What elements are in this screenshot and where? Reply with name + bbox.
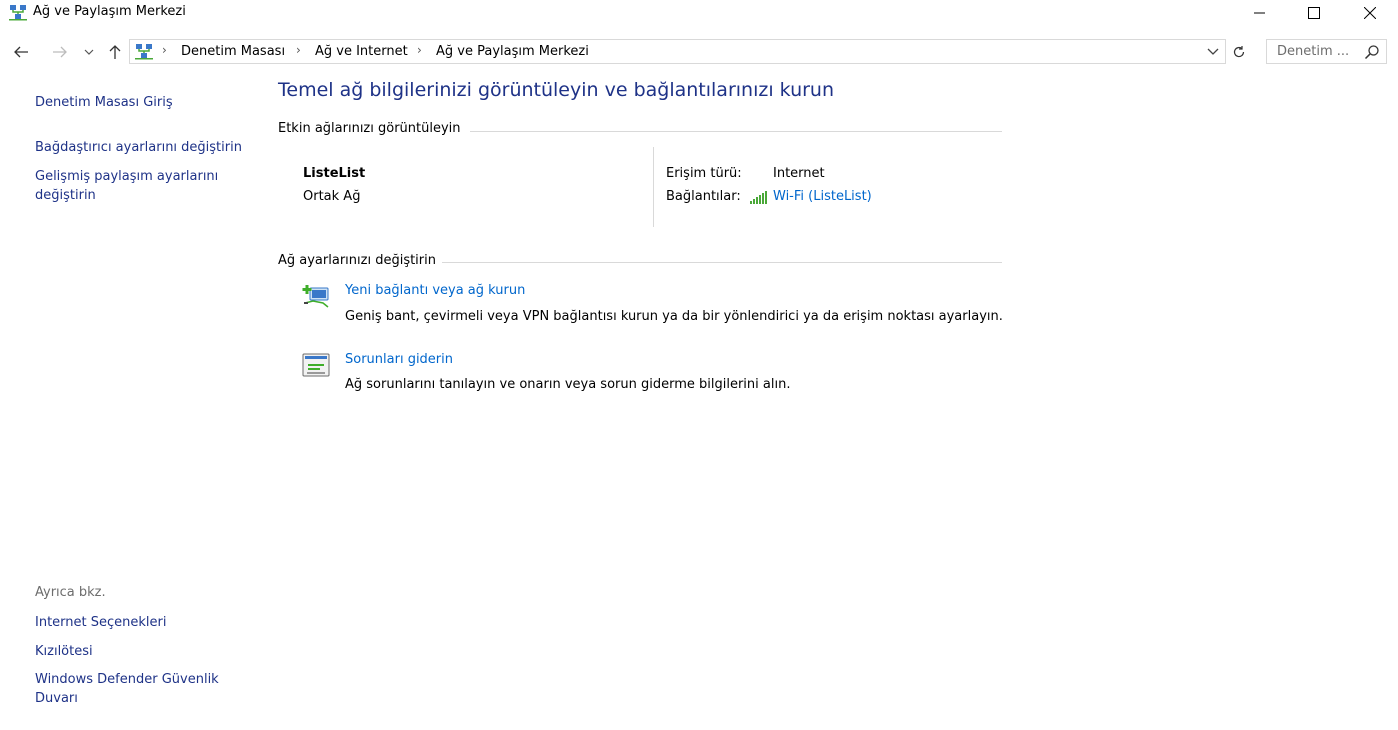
refresh-button[interactable] [1228, 41, 1250, 63]
access-type-label: Erişim türü: [666, 166, 742, 181]
access-type-value: Internet [773, 166, 825, 181]
sidebar-link-advanced-sharing[interactable]: Gelişmiş paylaşım ayarlarını değiştirin [35, 167, 240, 205]
sidebar-link-adapter-settings[interactable]: Bağdaştırıcı ayarlarını değiştirin [35, 138, 242, 157]
back-button[interactable] [10, 41, 32, 63]
chevron-down-icon [84, 49, 94, 55]
sidebar-link-control-panel-home[interactable]: Denetim Masası Giriş [35, 93, 173, 112]
change-settings-heading: Ağ ayarlarınızı değiştirin [278, 253, 436, 268]
address-bar[interactable]: › Denetim Masası › Ağ ve Internet › Ağ v… [129, 39, 1226, 64]
forward-button[interactable] [49, 41, 71, 63]
breadcrumb-separator-icon: › [162, 43, 167, 57]
see-also-internet-options[interactable]: Internet Seçenekleri [35, 613, 166, 632]
breadcrumb-network-sharing-center[interactable]: Ağ ve Paylaşım Merkezi [436, 44, 589, 59]
breadcrumb-separator-icon: › [417, 43, 422, 57]
refresh-icon [1233, 46, 1245, 58]
close-icon [1364, 7, 1376, 19]
troubleshoot-icon [302, 353, 330, 377]
up-button[interactable] [104, 41, 126, 63]
chevron-down-icon [1207, 48, 1219, 55]
see-also-infrared[interactable]: Kızılötesi [35, 642, 93, 661]
network-details-divider [653, 147, 654, 227]
breadcrumb-network-internet[interactable]: Ağ ve Internet [315, 44, 408, 59]
wifi-connection-link[interactable]: Wi-Fi (ListeList) [773, 189, 872, 204]
maximize-button[interactable] [1291, 0, 1337, 26]
see-also-firewall[interactable]: Windows Defender Güvenlik Duvarı [35, 670, 240, 708]
search-box [1266, 39, 1387, 64]
network-name: ListeList [303, 166, 366, 181]
title-bar [0, 0, 1398, 26]
network-center-icon [9, 5, 27, 21]
breadcrumb-control-panel[interactable]: Denetim Masası [181, 44, 285, 59]
see-also-heading: Ayrıca bkz. [35, 585, 106, 600]
active-networks-heading: Etkin ağlarınızı görüntüleyin [278, 121, 461, 136]
section-divider [442, 262, 1002, 263]
search-input[interactable] [1267, 40, 1367, 63]
arrow-up-icon [109, 45, 121, 59]
search-icon[interactable] [1364, 44, 1380, 60]
new-connection-link[interactable]: Yeni bağlantı veya ağ kurun [345, 283, 525, 298]
section-divider [470, 131, 1002, 132]
breadcrumb-separator-icon: › [296, 43, 301, 57]
network-type: Ortak Ağ [303, 189, 361, 204]
troubleshoot-link[interactable]: Sorunları giderin [345, 352, 453, 367]
close-button[interactable] [1347, 0, 1393, 26]
new-connection-description: Geniş bant, çevirmeli veya VPN bağlantıs… [345, 309, 1003, 324]
wifi-signal-icon [750, 191, 767, 204]
minimize-button[interactable] [1237, 0, 1283, 26]
maximize-icon [1308, 7, 1320, 19]
window-title: Ağ ve Paylaşım Merkezi [33, 4, 186, 19]
new-network-icon [302, 285, 329, 308]
recent-locations-button[interactable] [80, 41, 98, 63]
arrow-right-icon [53, 46, 67, 58]
arrow-left-icon [14, 46, 28, 58]
connections-label: Bağlantılar: [666, 189, 741, 204]
page-title: Temel ağ bilgilerinizi görüntüleyin ve b… [278, 79, 835, 101]
minimize-icon [1254, 12, 1265, 14]
network-center-icon [135, 44, 153, 60]
troubleshoot-description: Ağ sorunlarını tanılayın ve onarın veya … [345, 377, 791, 392]
address-history-button[interactable] [1204, 43, 1222, 61]
